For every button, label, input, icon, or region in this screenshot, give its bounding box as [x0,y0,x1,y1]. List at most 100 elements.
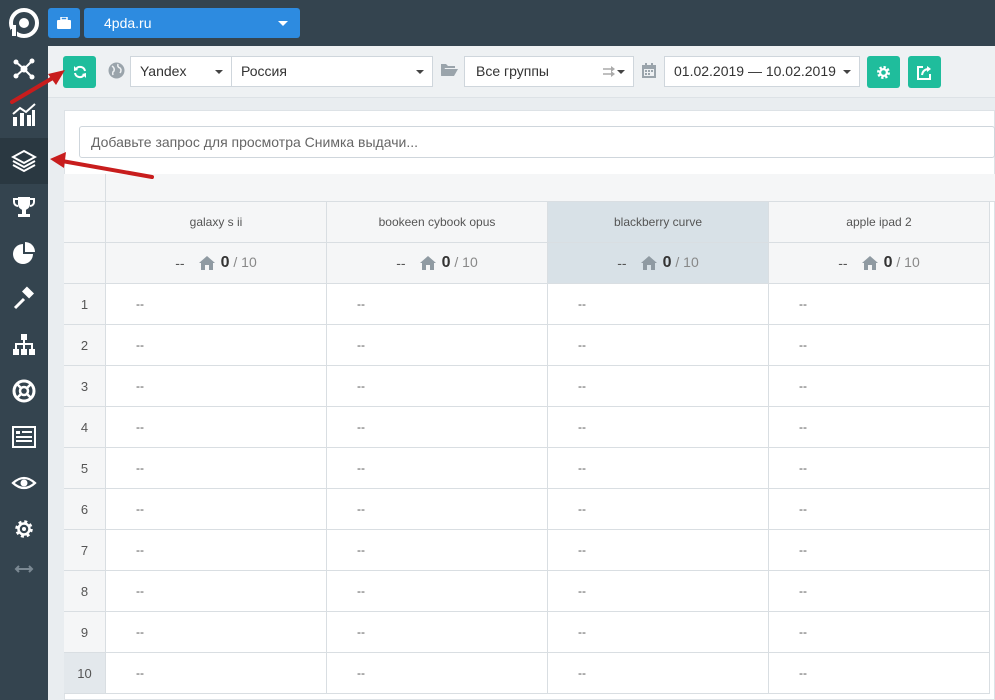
table-cell[interactable]: -- [548,284,769,325]
table-cell[interactable]: -- [327,284,548,325]
table-cell[interactable]: -- [769,530,990,571]
table-cell[interactable]: -- [769,407,990,448]
stat-dash: -- [175,255,185,271]
table-cell[interactable]: -- [548,489,769,530]
date-range-value: 01.02.2019 — 10.02.2019 [674,63,836,79]
table-cell[interactable]: -- [106,366,327,407]
projects-button[interactable] [48,8,80,38]
cell-value: -- [799,543,807,557]
stat-total: / 10 [671,254,699,270]
sidebar-item-support[interactable] [0,368,48,414]
table-cell[interactable]: -- [548,448,769,489]
table-cell[interactable]: -- [548,407,769,448]
table-cell[interactable]: -- [327,407,548,448]
table-cell[interactable]: -- [548,530,769,571]
sidebar-item-tools[interactable] [0,276,48,322]
table-cell[interactable]: -- [327,571,548,612]
table-cell[interactable]: -- [106,325,327,366]
table-cell[interactable]: -- [327,653,548,694]
table-cell[interactable]: -- [106,612,327,653]
cell-value: -- [357,461,365,475]
table-cell[interactable]: -- [769,653,990,694]
pie-chart-icon [13,242,35,264]
shuffle-icon [603,66,615,77]
project-select[interactable]: 4pda.ru [84,8,300,38]
sidebar-item-pie[interactable] [0,230,48,276]
layers-icon [11,149,37,173]
table-cell[interactable]: -- [327,325,548,366]
table-cell[interactable]: -- [548,653,769,694]
table-cell[interactable]: -- [769,366,990,407]
table-cell[interactable]: -- [769,284,990,325]
sidebar-item-sitemap[interactable] [0,322,48,368]
cell-value: -- [799,338,807,352]
table-cell[interactable]: -- [548,612,769,653]
stat-count-group: 0 / 10 [884,254,920,272]
stat-total: / 10 [450,254,478,270]
table-cell[interactable]: -- [106,571,327,612]
table-cell[interactable]: -- [106,284,327,325]
column-header[interactable]: apple ipad 2 [769,202,990,243]
sitemap-icon [13,334,35,355]
cell-value: -- [357,543,365,557]
column-header[interactable]: galaxy s ii [106,202,327,243]
table-cell[interactable]: -- [106,407,327,448]
sidebar-item-reports[interactable] [0,414,48,460]
table-cell[interactable]: -- [327,612,548,653]
table-cell[interactable]: -- [106,653,327,694]
sidebar-expand-toggle[interactable] [0,546,48,592]
column-header-label: blackberry curve [613,215,703,229]
table-cell[interactable]: -- [769,612,990,653]
settings-button[interactable] [867,56,900,88]
column-header[interactable]: bookeen cybook opus [327,202,548,243]
table-cell[interactable]: -- [769,489,990,530]
network-icon [13,58,35,80]
column-header-label: galaxy s ii [189,215,243,229]
report-icon [12,426,36,448]
home-icon [861,256,878,270]
home-icon [419,256,436,270]
table-cell[interactable]: -- [327,530,548,571]
row-number: 8 [64,571,106,612]
gear-icon [15,520,33,538]
table-cell[interactable]: -- [548,325,769,366]
table-cell[interactable]: -- [327,366,548,407]
row-number: 1 [64,284,106,325]
table-cell[interactable]: -- [769,448,990,489]
sidebar-item-layers[interactable] [0,138,48,184]
date-range-select[interactable]: 01.02.2019 — 10.02.2019 [664,56,860,87]
export-button[interactable] [908,56,941,88]
table-cell[interactable]: -- [327,489,548,530]
column-header[interactable]: blackberry curve [548,202,769,243]
cell-value: -- [357,297,365,311]
table-cell[interactable]: -- [106,530,327,571]
query-input[interactable] [79,126,995,158]
search-engine-select[interactable]: Yandex [130,56,232,87]
stat-total: / 10 [892,254,920,270]
logo[interactable] [0,0,48,46]
sidebar-item-monitor[interactable] [0,460,48,506]
table-cell[interactable]: -- [548,366,769,407]
table-cell[interactable]: -- [769,571,990,612]
sidebar-item-trophy[interactable] [0,184,48,230]
chevron-down-icon [617,70,625,74]
row-number-label: 2 [80,337,89,353]
top-bar: 4pda.ru [48,0,995,46]
groups-select[interactable]: Все группы [464,56,634,87]
sidebar-item-network[interactable] [0,46,48,92]
cell-value: -- [799,297,807,311]
region-select[interactable]: Россия [231,56,433,87]
table-cell[interactable]: -- [106,489,327,530]
stat-dash: -- [838,255,848,271]
refresh-icon [73,65,86,79]
row-number: 2 [64,325,106,366]
refresh-button[interactable] [63,56,96,88]
table-cell[interactable]: -- [106,448,327,489]
table-cell[interactable]: -- [548,571,769,612]
briefcase-icon [57,17,71,29]
table-cell[interactable]: -- [327,448,548,489]
table-cell[interactable]: -- [769,325,990,366]
row-number-label: 5 [80,460,89,476]
sidebar-item-analytics[interactable] [0,92,48,138]
column-stats: -- 0 / 10 [106,243,327,284]
